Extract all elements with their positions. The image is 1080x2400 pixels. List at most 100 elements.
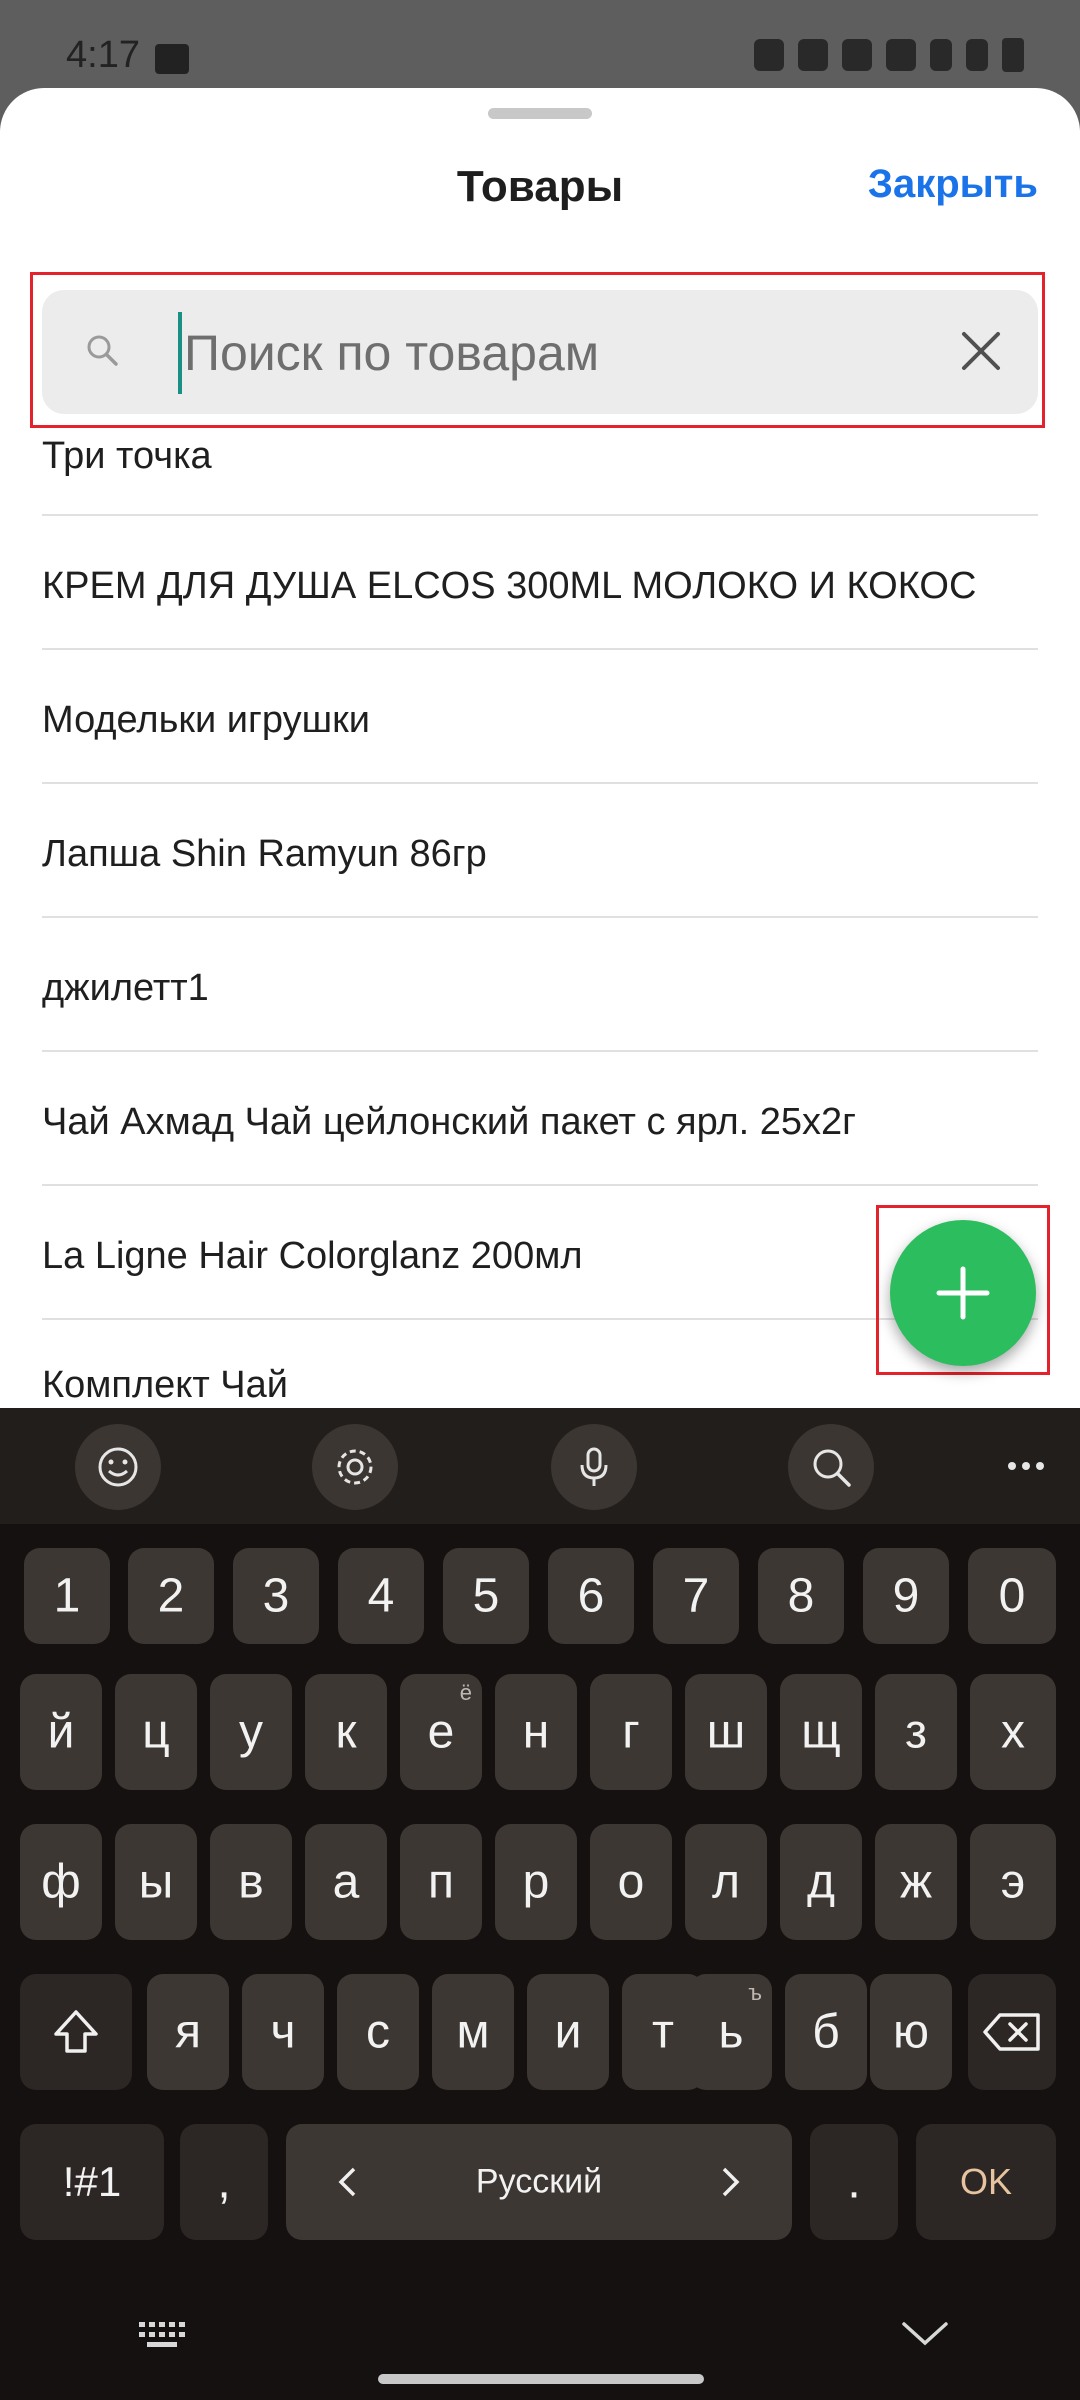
- key-label: ц: [142, 1705, 170, 1759]
- key-letter[interactable]: п: [400, 1824, 482, 1940]
- key-label: д: [806, 1855, 835, 1909]
- key-letter[interactable]: л: [685, 1824, 767, 1940]
- key-label: !#1: [62, 2158, 122, 2205]
- key-label: 4: [367, 1569, 395, 1623]
- key-letter[interactable]: м: [432, 1974, 514, 2090]
- key-8[interactable]: 8: [758, 1548, 844, 1644]
- key-label: к: [335, 1705, 357, 1759]
- emoji-button[interactable]: [75, 1424, 161, 1510]
- key-letter[interactable]: с: [337, 1974, 419, 2090]
- key-label: 9: [892, 1569, 920, 1623]
- key-label: о: [617, 1855, 645, 1909]
- keyboard-switch-icon[interactable]: [137, 2318, 187, 2352]
- key-3[interactable]: 3: [233, 1548, 319, 1644]
- key-label: ы: [138, 1855, 174, 1909]
- key-1[interactable]: 1: [24, 1548, 110, 1644]
- key-letter[interactable]: ц: [115, 1674, 197, 1790]
- add-product-button[interactable]: [890, 1220, 1036, 1366]
- key-9[interactable]: 9: [863, 1548, 949, 1644]
- key-letter[interactable]: у: [210, 1674, 292, 1790]
- key-letter[interactable]: ьъ: [690, 1974, 772, 2090]
- key-letter[interactable]: а: [305, 1824, 387, 1940]
- list-item[interactable]: джилетт1: [42, 918, 1038, 1052]
- keyboard-settings-button[interactable]: [312, 1424, 398, 1510]
- keyboard-search-button[interactable]: [788, 1424, 874, 1510]
- list-item-label: Три точка: [42, 435, 212, 477]
- network-4g-icon: [930, 39, 952, 71]
- key-letter[interactable]: щ: [780, 1674, 862, 1790]
- voice-input-button[interactable]: [551, 1424, 637, 1510]
- key-letter[interactable]: б: [785, 1974, 867, 2090]
- key-letter[interactable]: х: [970, 1674, 1056, 1790]
- key-label: з: [904, 1705, 927, 1759]
- close-button[interactable]: Закрыть: [868, 162, 1038, 207]
- key-letter[interactable]: р: [495, 1824, 577, 1940]
- hide-keyboard-chevron-icon[interactable]: [900, 2318, 950, 2348]
- home-indicator[interactable]: [378, 2374, 704, 2384]
- backspace-icon: [983, 2013, 1040, 2051]
- key-label: а: [332, 1855, 360, 1909]
- key-label: х: [1001, 1705, 1025, 1759]
- key-letter[interactable]: её: [400, 1674, 482, 1790]
- key-letter[interactable]: н: [495, 1674, 577, 1790]
- key-label: OK: [959, 2161, 1012, 2202]
- more-icon[interactable]: [998, 1438, 1054, 1494]
- hotspot-icon: [886, 39, 916, 71]
- key-letter[interactable]: ы: [115, 1824, 197, 1940]
- key-label: я: [175, 2005, 201, 2059]
- key-letter[interactable]: к: [305, 1674, 387, 1790]
- list-item[interactable]: Чай Ахмад Чай цейлонский пакет с ярл. 25…: [42, 1052, 1038, 1186]
- key-letter[interactable]: г: [590, 1674, 672, 1790]
- key-label: .: [847, 2155, 861, 2209]
- key-label: ш: [706, 1705, 746, 1759]
- shift-key[interactable]: [20, 1974, 132, 2090]
- period-key[interactable]: .: [810, 2124, 898, 2240]
- microphone-icon: [580, 1447, 608, 1486]
- keyboard: 1 2 3 4 5 6 7 8 9 0 й ц у к её н г ш щ з…: [0, 1524, 1080, 2400]
- gear-icon: [337, 1449, 373, 1485]
- key-label: 2: [157, 1569, 185, 1623]
- ok-key[interactable]: OK: [916, 2124, 1056, 2240]
- key-letter[interactable]: ю: [870, 1974, 952, 2090]
- key-letter[interactable]: и: [527, 1974, 609, 2090]
- key-6[interactable]: 6: [548, 1548, 634, 1644]
- list-item[interactable]: Лапша Shin Ramyun 86гр: [42, 784, 1038, 918]
- key-letter[interactable]: з: [875, 1674, 957, 1790]
- comma-key[interactable]: ,: [180, 2124, 268, 2240]
- backspace-key[interactable]: [968, 1974, 1056, 2090]
- key-7[interactable]: 7: [653, 1548, 739, 1644]
- key-letter[interactable]: ф: [20, 1824, 102, 1940]
- clear-icon[interactable]: [960, 330, 1002, 372]
- key-label: ь: [718, 2005, 744, 2059]
- key-letter[interactable]: э: [970, 1824, 1056, 1940]
- key-0[interactable]: 0: [968, 1548, 1056, 1644]
- key-label: 3: [262, 1569, 290, 1623]
- key-label: 7: [682, 1569, 710, 1623]
- battery-saver-icon: [754, 39, 784, 71]
- key-letter[interactable]: д: [780, 1824, 862, 1940]
- key-4[interactable]: 4: [338, 1548, 424, 1644]
- symbols-key[interactable]: !#1: [20, 2124, 164, 2240]
- key-5[interactable]: 5: [443, 1548, 529, 1644]
- key-2[interactable]: 2: [128, 1548, 214, 1644]
- list-item-label: КРЕМ ДЛЯ ДУША ELCOS 300ML МОЛОКО И КОКОС: [42, 565, 977, 607]
- list-item[interactable]: Три точка: [42, 428, 1038, 516]
- signal-icon: [966, 39, 988, 71]
- list-item[interactable]: Модельки игрушки: [42, 650, 1038, 784]
- key-label: ф: [41, 1855, 81, 1909]
- space-key[interactable]: Русский: [286, 2124, 792, 2240]
- key-letter[interactable]: й: [20, 1674, 102, 1790]
- search-icon: [87, 335, 118, 366]
- key-label: л: [711, 1855, 740, 1909]
- key-letter[interactable]: о: [590, 1824, 672, 1940]
- key-letter[interactable]: ч: [242, 1974, 324, 2090]
- search-box[interactable]: [42, 290, 1038, 414]
- key-letter[interactable]: ш: [685, 1674, 767, 1790]
- key-letter[interactable]: я: [147, 1974, 229, 2090]
- sheet-grab-handle[interactable]: [488, 108, 592, 119]
- key-letter[interactable]: ж: [875, 1824, 957, 1940]
- search-icon: [813, 1449, 851, 1487]
- list-item[interactable]: КРЕМ ДЛЯ ДУША ELCOS 300ML МОЛОКО И КОКОС: [42, 516, 1038, 650]
- search-input[interactable]: [178, 312, 946, 394]
- key-letter[interactable]: в: [210, 1824, 292, 1940]
